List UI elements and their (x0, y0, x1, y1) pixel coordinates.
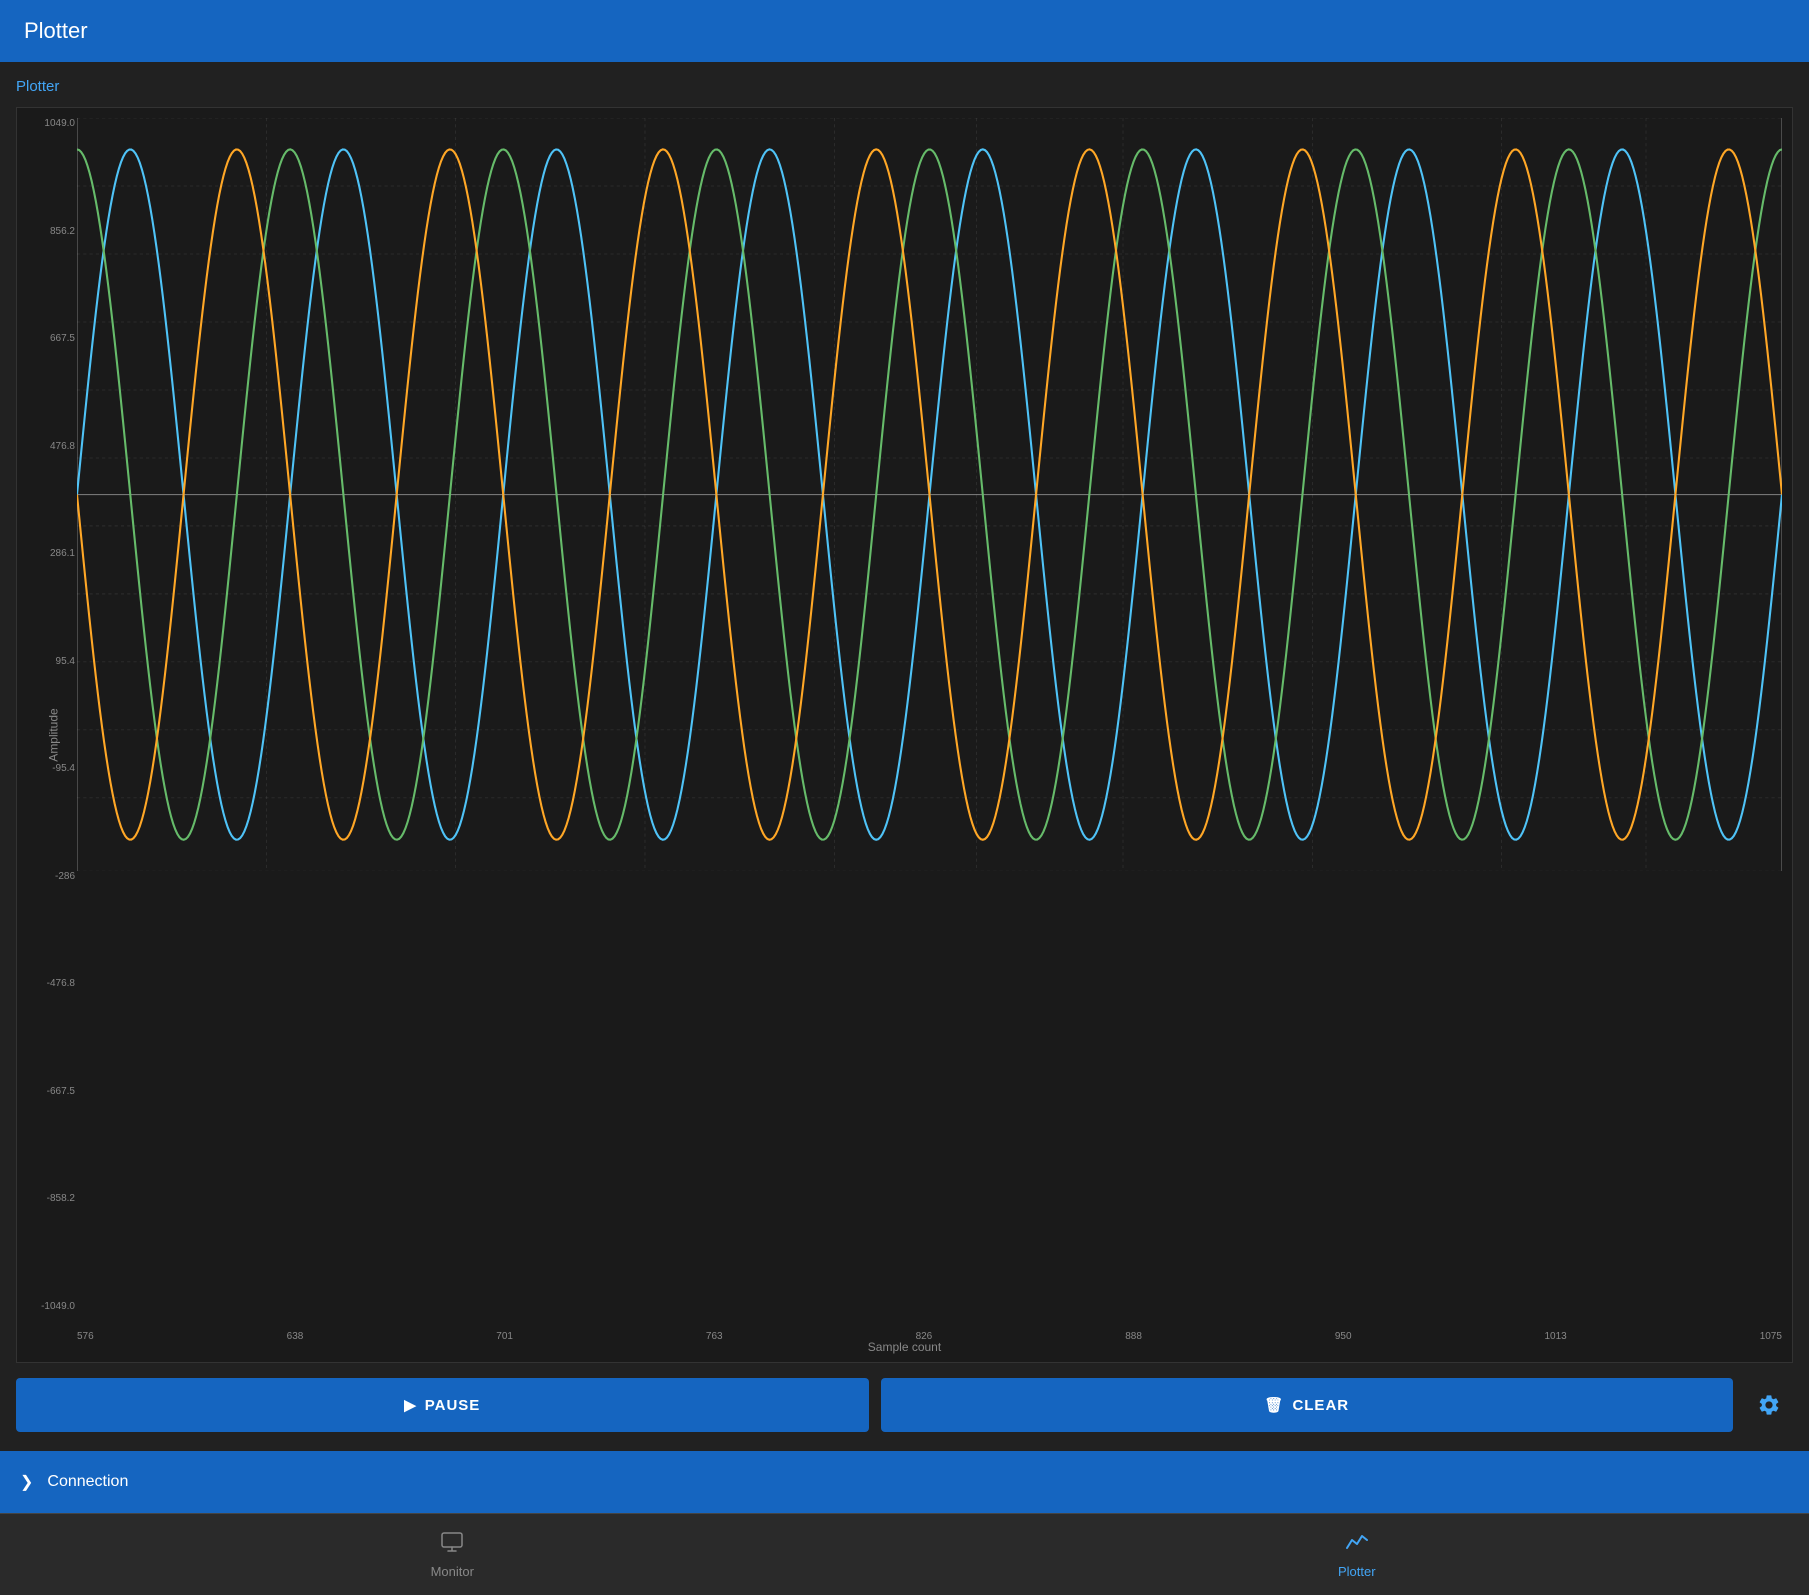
y-tick: 95.4 (56, 656, 75, 667)
x-tick: 950 (1335, 1331, 1352, 1342)
clear-icon: 🗑 (1264, 1396, 1284, 1414)
app-header: Plotter (0, 0, 1809, 62)
pause-label: PAUSE (425, 1397, 481, 1414)
controls-bar: ▶ PAUSE 🗑 CLEAR (16, 1375, 1793, 1435)
y-tick: 856.2 (50, 226, 75, 237)
settings-button[interactable] (1745, 1381, 1793, 1429)
chart-container: Amplitude 1049.0 856.2 667.5 476.8 286.1… (16, 107, 1793, 1363)
y-tick: -1049.0 (41, 1301, 75, 1312)
chart-svg (77, 118, 1782, 871)
x-axis-label: Sample count (868, 1340, 941, 1354)
y-tick: -858.2 (47, 1193, 75, 1204)
nav-label-plotter: Plotter (1338, 1564, 1376, 1579)
nav-item-monitor[interactable]: Monitor (0, 1514, 905, 1595)
connection-label: Connection (47, 1473, 128, 1491)
nav-item-plotter[interactable]: Plotter (905, 1514, 1809, 1595)
monitor-icon (440, 1530, 464, 1560)
pause-icon: ▶ (404, 1396, 417, 1414)
x-tick: 701 (496, 1331, 513, 1342)
x-tick: 888 (1125, 1331, 1142, 1342)
x-tick: 763 (706, 1331, 723, 1342)
connection-bar[interactable]: ❯ Connection (0, 1451, 1809, 1513)
x-tick: 576 (77, 1331, 94, 1342)
y-tick: 476.8 (50, 441, 75, 452)
clear-label: CLEAR (1292, 1397, 1349, 1414)
main-content: Plotter Amplitude 1049.0 856.2 667.5 476… (0, 62, 1809, 1451)
y-tick: 667.5 (50, 333, 75, 344)
y-tick: -667.5 (47, 1086, 75, 1097)
pause-button[interactable]: ▶ PAUSE (16, 1378, 869, 1432)
chevron-down-icon: ❯ (20, 1472, 33, 1492)
x-tick: 1075 (1760, 1331, 1782, 1342)
bottom-nav: Monitor Plotter (0, 1513, 1809, 1595)
y-tick: -95.4 (52, 763, 75, 774)
x-tick: 638 (287, 1331, 304, 1342)
y-tick: 1049.0 (44, 118, 75, 129)
y-tick: -286 (55, 871, 75, 882)
clear-button[interactable]: 🗑 CLEAR (881, 1378, 1734, 1432)
y-ticks: 1049.0 856.2 667.5 476.8 286.1 95.4 -95.… (33, 118, 75, 1312)
y-tick: -476.8 (47, 978, 75, 989)
section-label: Plotter (16, 78, 1793, 95)
plotter-icon (1345, 1530, 1369, 1560)
gear-icon (1757, 1393, 1781, 1417)
y-tick: 286.1 (50, 548, 75, 559)
x-tick: 1013 (1544, 1331, 1566, 1342)
nav-label-monitor: Monitor (431, 1564, 474, 1579)
app-title: Plotter (24, 18, 88, 44)
